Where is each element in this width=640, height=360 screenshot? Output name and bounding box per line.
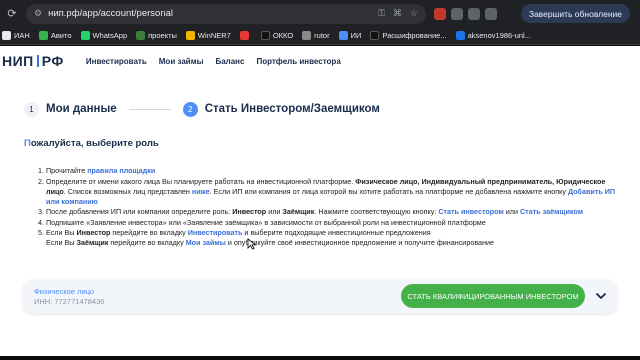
step-connector	[128, 108, 171, 110]
bookmark-item[interactable]: WhatsApp	[80, 31, 127, 40]
bookmark-item[interactable]: Расшифрование...	[370, 31, 447, 40]
main-menu: Инвестировать Мои займы Баланс Портфель …	[86, 57, 341, 66]
logo-text-right: РФ	[41, 53, 64, 69]
bookmark-item[interactable]: ИИ	[338, 31, 361, 40]
instruction-item: Если Вы Инвестор перейдите во вкладку Ин…	[46, 228, 616, 248]
extension-icon[interactable]	[434, 7, 446, 20]
become-qualified-investor-button[interactable]: СТАТЬ КВАЛИФИЦИРОВАННЫМ ИНВЕСТОРОМ	[401, 284, 585, 308]
bookmark-item[interactable]: WinNER7	[185, 31, 231, 40]
browser-toolbar: ⟳ ⚙ нип.рф/app/account/personal ⚿ ⌘ ☆ За…	[0, 0, 640, 27]
extension-icon[interactable]	[451, 7, 463, 20]
bookmark-item[interactable]: ОККО	[260, 31, 293, 40]
menu-item-invest[interactable]: Инвестировать	[86, 57, 147, 66]
role-name: Физическое лицо	[34, 287, 95, 296]
role-inn: ИНН: 772771478436	[34, 297, 105, 306]
page-content: НИП РФ Инвестировать Мои займы Баланс По…	[0, 46, 640, 356]
bookmark-item[interactable]: aksenov1986-unl...	[455, 31, 531, 40]
role-card-individual: Физическое лицо ИНН: 772771478436 СТАТЬ …	[24, 280, 616, 313]
menu-item-balance[interactable]: Баланс	[215, 57, 244, 66]
role-heading: Пожалуйста, выберите роль	[24, 138, 159, 149]
address-bar[interactable]: ⚙ нип.рф/app/account/personal ⚿ ⌘ ☆	[26, 3, 426, 24]
below-link[interactable]: ниже	[192, 187, 210, 196]
translate-icon[interactable]: ⌘	[393, 8, 402, 19]
become-investor-link[interactable]: Стать инвестором	[438, 207, 503, 216]
step-1-number[interactable]: 1	[24, 101, 39, 117]
instruction-item: Подпишите «Заявление инвестора» или «Зая…	[46, 218, 616, 228]
bookmark-item[interactable]: Авито	[38, 31, 72, 40]
bookmark-favicon-icon	[136, 31, 146, 40]
role-info: Физическое лицо ИНН: 772771478436	[34, 287, 104, 306]
extension-icon[interactable]	[468, 7, 480, 20]
step-2-number: 2	[182, 101, 198, 117]
bookmark-favicon-icon	[80, 31, 90, 40]
bookmark-favicon-icon	[2, 31, 11, 40]
bookmark-favicon-icon	[185, 31, 195, 40]
bookmark-item[interactable]	[239, 31, 252, 40]
bookmark-star-icon[interactable]: ☆	[410, 8, 418, 19]
instruction-item: Определите от имени какого лица Вы плани…	[46, 177, 616, 207]
bookmark-favicon-icon	[455, 31, 465, 40]
reload-icon[interactable]: ⟳	[4, 7, 20, 20]
bottom-edge	[0, 356, 640, 360]
menu-item-portfolio[interactable]: Портфель инвестора	[256, 57, 340, 66]
password-key-icon[interactable]: ⚿	[378, 8, 385, 19]
bookmark-favicon-icon	[239, 31, 249, 40]
step-2[interactable]: 2 Стать Инвестором/Заемщиком	[182, 101, 380, 117]
site-logo[interactable]: НИП РФ	[2, 53, 64, 69]
logo-text-left: НИП	[2, 53, 34, 69]
bookmark-item[interactable]: проекты	[136, 31, 177, 40]
instruction-item: Прочитайте правила площадки	[46, 166, 616, 176]
bookmark-favicon-icon	[370, 31, 380, 40]
step-1-label[interactable]: Мои данные	[46, 103, 117, 115]
chevron-down-icon[interactable]	[594, 289, 608, 303]
bookmark-favicon-icon	[260, 31, 270, 40]
bookmark-favicon-icon	[338, 31, 348, 40]
url-text: нип.рф/app/account/personal	[48, 8, 173, 19]
step-2-label: Стать Инвестором/Заемщиком	[204, 103, 380, 115]
role-heading-initial: П	[24, 138, 31, 149]
update-browser-button[interactable]: Завершить обновление	[520, 4, 630, 23]
menu-item-my-loans[interactable]: Мои займы	[159, 57, 204, 66]
become-borrower-link[interactable]: Стать заёмщиком	[520, 207, 583, 216]
bookmark-favicon-icon	[38, 31, 48, 40]
bookmark-favicon-icon	[302, 31, 312, 40]
invest-tab-link[interactable]: Инвестировать	[188, 228, 243, 237]
site-header: НИП РФ Инвестировать Мои займы Баланс По…	[0, 46, 640, 76]
instruction-item: После добавления ИП или компании определ…	[46, 207, 616, 217]
logo-divider	[36, 55, 39, 67]
my-loans-tab-link[interactable]: Мои займы	[186, 238, 226, 247]
mouse-cursor-icon	[247, 238, 257, 250]
site-info-icon[interactable]: ⚙	[34, 8, 42, 19]
bookmark-item[interactable]: rutor	[302, 31, 330, 40]
steps-progress: 1 Мои данные 2 Стать Инвестором/Заемщико…	[24, 96, 616, 122]
role-heading-text: ожалуйста, выберите роль	[30, 138, 159, 149]
bookmarks-bar: ИАН Авито WhatsApp проекты WinNER7 ОККО …	[0, 27, 640, 45]
extensions-area	[434, 7, 497, 20]
rules-link[interactable]: правила площадки	[87, 166, 155, 175]
bookmark-item[interactable]: ИАН	[2, 31, 30, 40]
extension-icon[interactable]	[485, 7, 497, 20]
